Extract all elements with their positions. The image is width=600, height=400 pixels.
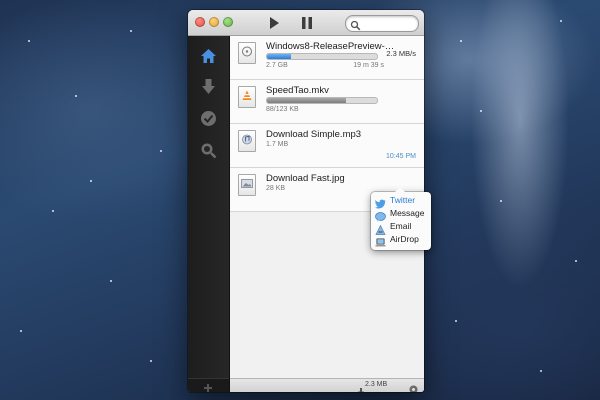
magnifier-icon — [201, 143, 217, 159]
home-icon — [201, 49, 216, 63]
download-name: Download Simple.mp3 — [266, 129, 362, 140]
gear-icon[interactable] — [409, 381, 418, 392]
title-bar — [188, 10, 424, 36]
share-menu-arrow — [395, 187, 405, 192]
disc-image-icon — [238, 42, 256, 64]
share-item-label: Twitter — [390, 195, 416, 205]
share-item-message[interactable]: Message — [375, 208, 429, 222]
close-window-button[interactable] — [195, 17, 205, 27]
play-icon[interactable] — [267, 16, 281, 30]
progress-fill — [267, 98, 347, 103]
sidebar-item-home[interactable] — [200, 48, 217, 65]
download-row[interactable]: Windows8-ReleasePreview-… 2.7 GB 19 m 39… — [230, 36, 424, 80]
share-item-airdrop[interactable]: AirDrop — [375, 234, 429, 247]
download-progress — [266, 97, 378, 104]
download-size: 1.7 MB — [266, 141, 289, 148]
sidebar — [188, 36, 230, 392]
zoom-window-button[interactable] — [223, 17, 233, 27]
email-stamp-icon — [375, 222, 386, 235]
download-speed-icon — [358, 382, 364, 392]
share-item-twitter[interactable]: Twitter — [375, 195, 429, 209]
checkmark-icon — [201, 111, 216, 126]
download-arrow-icon — [202, 79, 215, 94]
audio-file-icon — [238, 130, 256, 152]
download-size: 28 KB — [266, 185, 286, 192]
completed-time: 10:45 PM — [386, 153, 416, 160]
download-row[interactable]: SpeedTao.mkv 88/123 KB — [230, 80, 424, 124]
download-size: 88/123 KB — [266, 106, 299, 113]
share-item-label: Message — [390, 208, 425, 218]
status-bar: 2.3 MB — [230, 378, 424, 392]
search-icon — [350, 18, 361, 31]
progress-fill — [267, 54, 292, 59]
sidebar-item-search[interactable] — [200, 142, 217, 159]
download-row[interactable]: Download Simple.mp3 1.7 MB 10:45 PM — [230, 124, 424, 168]
message-bubble-icon — [375, 209, 386, 222]
search-input[interactable] — [363, 17, 413, 29]
search-field[interactable] — [345, 15, 419, 32]
download-name: Windows8-ReleasePreview-… — [266, 41, 395, 52]
twitter-bird-icon — [375, 196, 386, 209]
share-item-label: Email — [390, 221, 412, 231]
vlc-cone-icon — [238, 86, 256, 108]
download-progress — [266, 53, 378, 60]
download-rate: 2.3 MB/s — [386, 49, 416, 58]
sidebar-item-downloading[interactable] — [200, 78, 217, 95]
pause-icon[interactable] — [300, 16, 314, 30]
add-icon[interactable] — [203, 380, 213, 392]
time-remaining: 19 m 39 s — [353, 62, 384, 69]
sidebar-item-completed[interactable] — [200, 110, 217, 127]
share-item-email[interactable]: Email — [375, 221, 429, 235]
share-item-label: AirDrop — [390, 234, 419, 244]
sidebar-footer — [188, 378, 229, 392]
download-name: SpeedTao.mkv — [266, 85, 329, 96]
minimize-window-button[interactable] — [209, 17, 219, 27]
download-size: 2.7 GB — [266, 62, 288, 69]
total-speed: 2.3 MB — [365, 381, 388, 388]
download-name: Download Fast.jpg — [266, 173, 345, 184]
image-file-icon — [238, 174, 256, 196]
airdrop-icon — [375, 235, 386, 247]
share-menu: Twitter Message Email AirDrop — [371, 187, 431, 250]
